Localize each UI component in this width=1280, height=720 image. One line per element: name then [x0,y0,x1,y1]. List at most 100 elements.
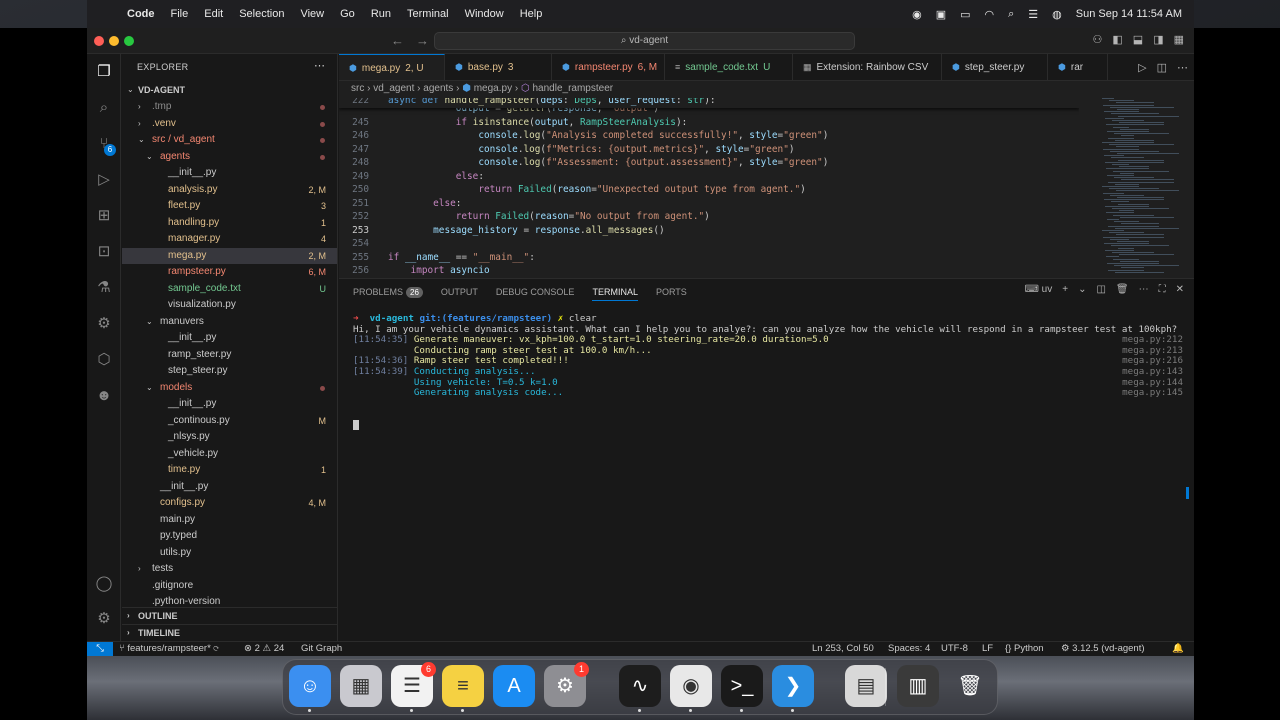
breadcrumb-symbol[interactable]: handle_rampsteer [532,83,613,94]
dock-vscode-icon[interactable]: ❯ [772,665,814,712]
folder-item[interactable]: › .tmp [122,99,337,116]
explorer-root-folder[interactable]: ⌄ VD-AGENT [122,82,337,99]
close-window-button[interactable] [94,36,104,46]
folder-item[interactable]: › .venv [122,116,337,133]
language-mode[interactable]: {} Python [1005,642,1044,656]
breadcrumb-file[interactable]: mega.py [474,83,512,94]
extensions-icon[interactable]: ⊞ [94,206,114,226]
docker-icon[interactable]: ⬡ [94,350,114,370]
dock-system-settings-icon[interactable]: ⚙ 1 [544,662,589,707]
more-actions-icon[interactable]: ⋯ [314,59,325,72]
close-panel-icon[interactable]: ✕ [1176,284,1184,295]
copilot-icon[interactable]: ⚇ [1093,33,1103,46]
containers-icon[interactable]: ⚙ [94,314,114,334]
editor-tab[interactable]: ⬢ rar [1048,54,1108,80]
code-editor[interactable]: output = getattr(response, "output") 245 … [339,98,1079,278]
file-item[interactable]: rampsteer.py 6, M [122,264,337,281]
breadcrumb-vd-agent[interactable]: vd_agent [373,83,414,94]
file-item[interactable]: __init__.py [122,396,337,413]
file-item[interactable]: _nlsys.py [122,429,337,446]
editor-tab[interactable]: ⬢ rampsteer.py 6, M [552,54,665,80]
dock-trash-icon[interactable]: 🗑 [949,665,991,707]
file-item[interactable]: analysis.py 2, M [122,182,337,199]
accounts-icon[interactable]: ◯ [94,574,114,594]
file-item[interactable]: .gitignore [122,578,337,595]
folder-item[interactable]: ⌄ agents [122,149,337,166]
file-item[interactable]: _vehicle.py [122,446,337,463]
explorer-icon[interactable]: ❐ [94,62,114,82]
menu-app-name[interactable]: Code [127,8,155,20]
editor-tab[interactable]: ▦ Extension: Rainbow CSV [793,54,942,80]
terminal-source-ref[interactable]: mega.py:143 [1122,366,1183,378]
wifi-icon[interactable]: ◠ [985,8,995,21]
file-item[interactable]: manager.py 4 [122,231,337,248]
menu-terminal[interactable]: Terminal [407,8,449,20]
tab-terminal[interactable]: TERMINAL [592,283,638,301]
more-actions-icon[interactable]: ⋯ [1139,284,1149,295]
apple-icon[interactable] [99,7,113,21]
screen-mirror-icon[interactable]: ▣ [936,8,946,21]
trash-icon[interactable]: 🗑 [1116,284,1129,295]
dock-preview-icon[interactable]: ▤ [845,665,887,707]
terminal-shell-selector[interactable]: ⌨ uv [1024,284,1052,295]
menu-window[interactable]: Window [465,8,504,20]
end-of-line[interactable]: LF [982,642,993,656]
search-icon[interactable]: ⌕ [94,98,114,118]
dock-terminal-icon[interactable]: >_ [721,665,763,712]
file-item[interactable]: time.py 1 [122,462,337,479]
file-item[interactable]: handling.py 1 [122,215,337,232]
folder-item[interactable]: ⌄ models [122,380,337,397]
outline-section[interactable]: › OUTLINE [122,607,337,624]
copilot-chat-icon[interactable]: ☻ [94,386,114,406]
control-center-icon[interactable]: ☰ [1028,8,1038,21]
breadcrumb-agents[interactable]: agents [423,83,453,94]
breadcrumb-src[interactable]: src [351,83,364,94]
new-terminal-icon[interactable]: + [1062,284,1068,295]
dock-launchpad-icon[interactable]: ▦ [340,665,382,707]
toggle-primary-sidebar-icon[interactable]: ◧ [1112,33,1122,46]
file-item[interactable]: __init__.py [122,330,337,347]
terminal-scroll-indicator[interactable] [1186,487,1189,499]
dock-reminders-icon[interactable]: ☰ 6 [391,662,436,712]
tab-debug-console[interactable]: DEBUG CONSOLE [496,283,575,301]
encoding[interactable]: UTF-8 [941,642,968,656]
tab-problems[interactable]: PROBLEMS 26 [353,283,423,301]
command-center-search[interactable]: ⌕ vd-agent [434,32,855,50]
git-graph-item[interactable]: Git Graph [301,642,342,656]
manage-gear-icon[interactable]: ⚙ [94,609,114,629]
notifications-bell-icon[interactable]: 🔔 [1172,642,1184,656]
remote-indicator-icon[interactable]: ⤡ [87,642,113,656]
toggle-panel-icon[interactable]: ⬓ [1133,33,1143,46]
dock-notes-icon[interactable]: ≡ [442,665,484,712]
file-item[interactable]: __init__.py [122,479,337,496]
tab-output[interactable]: OUTPUT [441,283,478,301]
file-item[interactable]: step_steer.py [122,363,337,380]
tab-ports[interactable]: PORTS [656,283,687,301]
more-actions-icon[interactable]: ⋯ [1177,61,1188,74]
file-item[interactable]: fleet.py 3 [122,198,337,215]
customize-layout-icon[interactable]: ▦ [1174,33,1184,46]
siri-icon[interactable]: ◍ [1052,8,1062,21]
zoom-window-button[interactable] [124,36,134,46]
file-item[interactable]: utils.py [122,545,337,562]
folder-item[interactable]: ⌄ src / vd_agent [122,132,337,149]
file-item[interactable]: mega.py 2, M [122,247,337,264]
file-item[interactable]: visualization.py [122,297,337,314]
dock-stack-icon[interactable]: ▥ [897,665,939,707]
split-terminal-icon[interactable]: ◫ [1096,284,1105,295]
python-interpreter[interactable]: ⚙ 3.12.5 (vd-agent) [1061,642,1145,656]
menu-edit[interactable]: Edit [204,8,223,20]
file-item[interactable]: main.py [122,512,337,529]
dock-activity-monitor-icon[interactable]: ∿ [619,665,661,712]
editor-tab[interactable]: ⬢ step_steer.py [942,54,1048,80]
dock-finder-icon[interactable]: ☺ [289,665,331,712]
menu-run[interactable]: Run [371,8,391,20]
run-debug-icon[interactable]: ▷ [94,170,114,190]
cursor-position[interactable]: Ln 253, Col 50 [812,642,874,656]
folder-item[interactable]: ⌄ manuvers [122,314,337,331]
file-item[interactable]: sample_code.txt U [122,281,337,298]
record-icon[interactable]: ◉ [912,8,922,21]
minimap[interactable] [1094,98,1189,278]
menu-file[interactable]: File [171,8,189,20]
timeline-section[interactable]: › TIMELINE [122,624,337,641]
